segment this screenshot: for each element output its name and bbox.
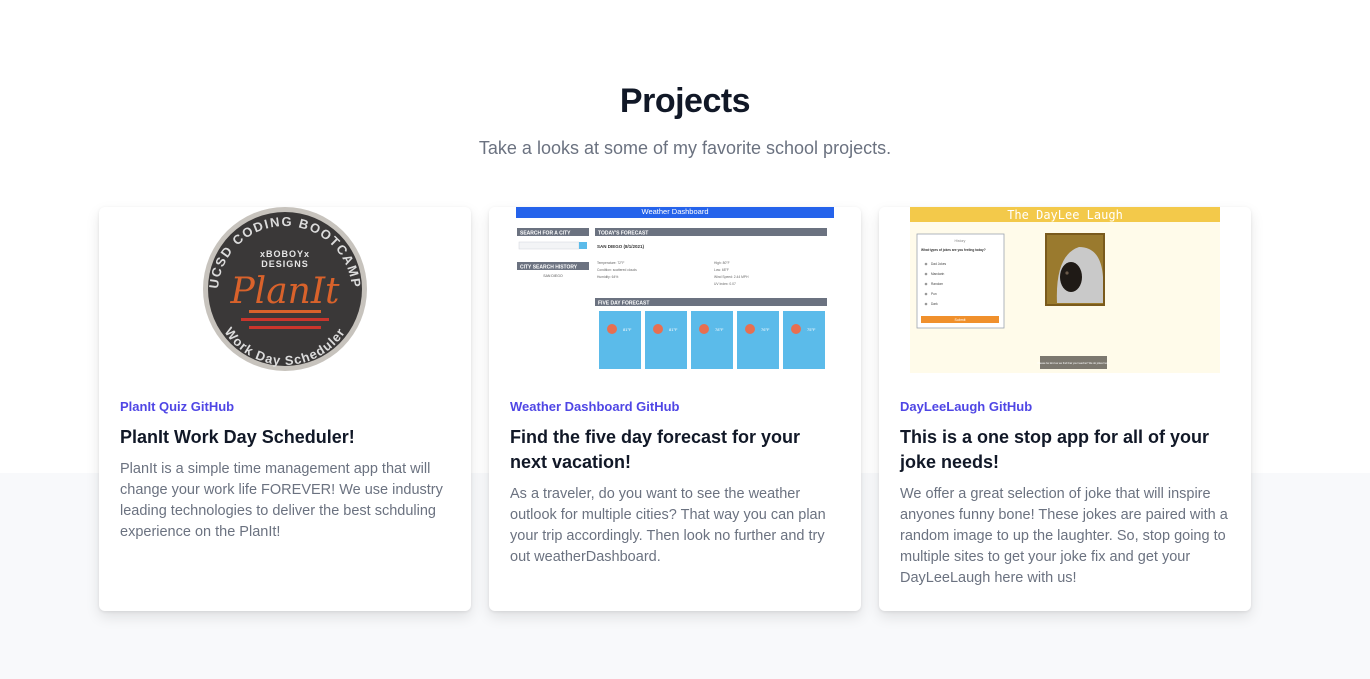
project-heading: PlanIt Work Day Scheduler! <box>120 427 355 447</box>
dl-submit-label: Submit <box>955 318 966 322</box>
wd-right-stat: High: 80°F <box>714 261 730 265</box>
logo-brand-1: xBOBOYx <box>260 249 310 259</box>
planit-logo-image: UCSD CODING BOOTCAMP Work Day Scheduler … <box>203 207 367 371</box>
project-description: PlanIt is a simple time management app t… <box>120 461 443 540</box>
wd-left-stat: Temperature: 72°F <box>597 261 624 265</box>
svg-text:Pun: Pun <box>931 292 937 296</box>
logo-main-text: PlanIt <box>229 271 340 312</box>
weather-dashboard-image: Weather Dashboard SEARCH FOR A CITY CITY… <box>489 207 861 375</box>
svg-text:Dark: Dark <box>931 302 938 306</box>
svg-text:81°F: 81°F <box>623 327 632 332</box>
svg-text:Mandarin: Mandarin <box>931 272 945 276</box>
wd-right-stat: Low: 68°F <box>714 268 729 272</box>
logo-stripe <box>249 326 321 329</box>
wd-forecast-tile: 78°F <box>691 311 733 369</box>
project-description: We offer a great selection of joke that … <box>900 486 1228 586</box>
wd-right-stat: UV Index: 0.07 <box>714 282 736 286</box>
wd-today-label: TODAY'S FORECAST <box>598 231 648 237</box>
project-card-weather: Weather Dashboard SEARCH FOR A CITY CITY… <box>489 207 861 611</box>
svg-text:78°F: 78°F <box>715 327 724 332</box>
wd-header-text: Weather Dashboard <box>642 207 709 216</box>
dl-quiz-question: What types of jokes are you feeling toda… <box>921 248 986 252</box>
project-heading: Find the five day forecast for your next… <box>510 427 801 472</box>
dl-footer-note-text: Please be kind as we find that your teac… <box>1038 361 1110 365</box>
dl-banner-text: The DayLee Laugh <box>1007 208 1123 222</box>
wd-forecast-tile: 75°F <box>783 311 825 369</box>
wd-history-item: SAN DIEGO <box>543 274 563 278</box>
project-card-dayleelaugh: The DayLee Laugh History What types of j… <box>879 207 1251 611</box>
wd-search-button <box>579 242 587 249</box>
svg-text:75°F: 75°F <box>807 327 816 332</box>
wd-forecast-tile: 76°F <box>737 311 779 369</box>
wd-right-stat: Wind Speed: 2.44 MPH <box>714 275 749 279</box>
project-description: As a traveler, do you want to see the we… <box>510 486 826 565</box>
wd-forecast-tile: 81°F <box>645 311 687 369</box>
project-heading: This is a one stop app for all of your j… <box>900 427 1210 472</box>
svg-text:Random: Random <box>931 282 943 286</box>
logo-stripe <box>241 318 329 321</box>
svg-text:81°F: 81°F <box>669 327 678 332</box>
wd-left-stat: Condition: scattered clouds <box>597 268 637 272</box>
logo-stripe <box>249 310 321 313</box>
planit-github-link[interactable]: PlanIt Quiz GitHub <box>120 399 234 414</box>
svg-text:76°F: 76°F <box>761 327 770 332</box>
dayleelaugh-github-link[interactable]: DayLeeLaugh GitHub <box>900 399 1032 414</box>
wd-history-label: CITY SEARCH HISTORY <box>520 265 578 271</box>
dl-random-photo <box>1045 233 1105 306</box>
page-subtitle: Take a looks at some of my favorite scho… <box>478 138 892 158</box>
wd-city-line: SAN DIEGO (8/1/2021) <box>597 244 645 249</box>
wd-search-input <box>518 241 580 250</box>
wd-forecast-tile: 81°F <box>599 311 641 369</box>
page-title: Projects <box>619 82 751 120</box>
wd-search-label: SEARCH FOR A CITY <box>520 231 571 237</box>
dayleelaugh-image: The DayLee Laugh History What types of j… <box>879 207 1251 375</box>
logo-brand-2: DESIGNS <box>261 259 309 269</box>
svg-text:Dad Jokes: Dad Jokes <box>931 262 946 266</box>
project-card-planit: UCSD CODING BOOTCAMP Work Day Scheduler … <box>99 207 471 611</box>
weather-github-link[interactable]: Weather Dashboard GitHub <box>510 399 680 414</box>
dl-quiz-tab: History <box>955 239 966 243</box>
wd-left-stat: Humidity: 64% <box>597 275 618 279</box>
wd-five-day-label: FIVE DAY FORECAST <box>598 301 649 307</box>
